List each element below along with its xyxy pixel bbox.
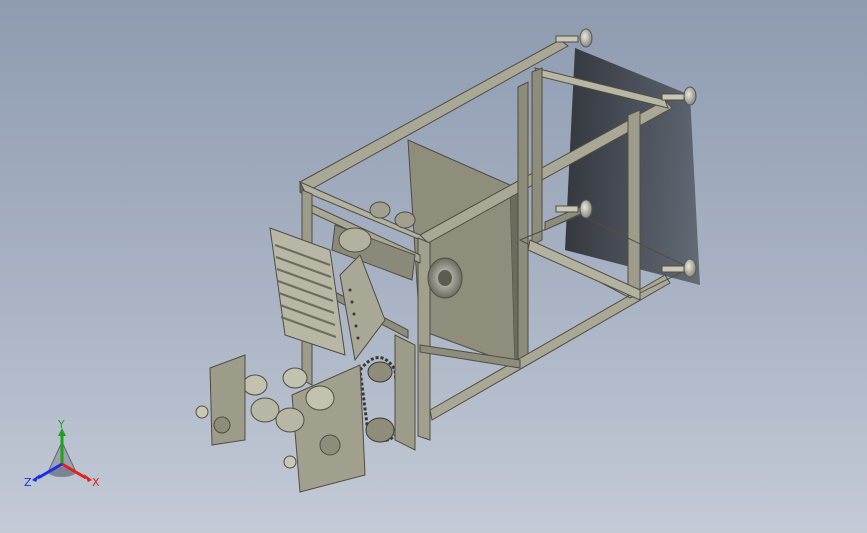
z-axis-label: Z [24,476,32,489]
y-axis-label: Y [57,418,65,431]
view-orientation-triad[interactable]: Y X Z [20,418,110,498]
3d-model-view[interactable] [0,0,867,533]
motor-assembly [331,201,416,281]
chain-drive [358,356,402,443]
x-axis-label: X [92,476,100,489]
triangular-bracket [339,254,386,362]
cooling-fan [427,257,463,299]
cad-graphics-viewport[interactable]: Y X Z [0,0,867,533]
